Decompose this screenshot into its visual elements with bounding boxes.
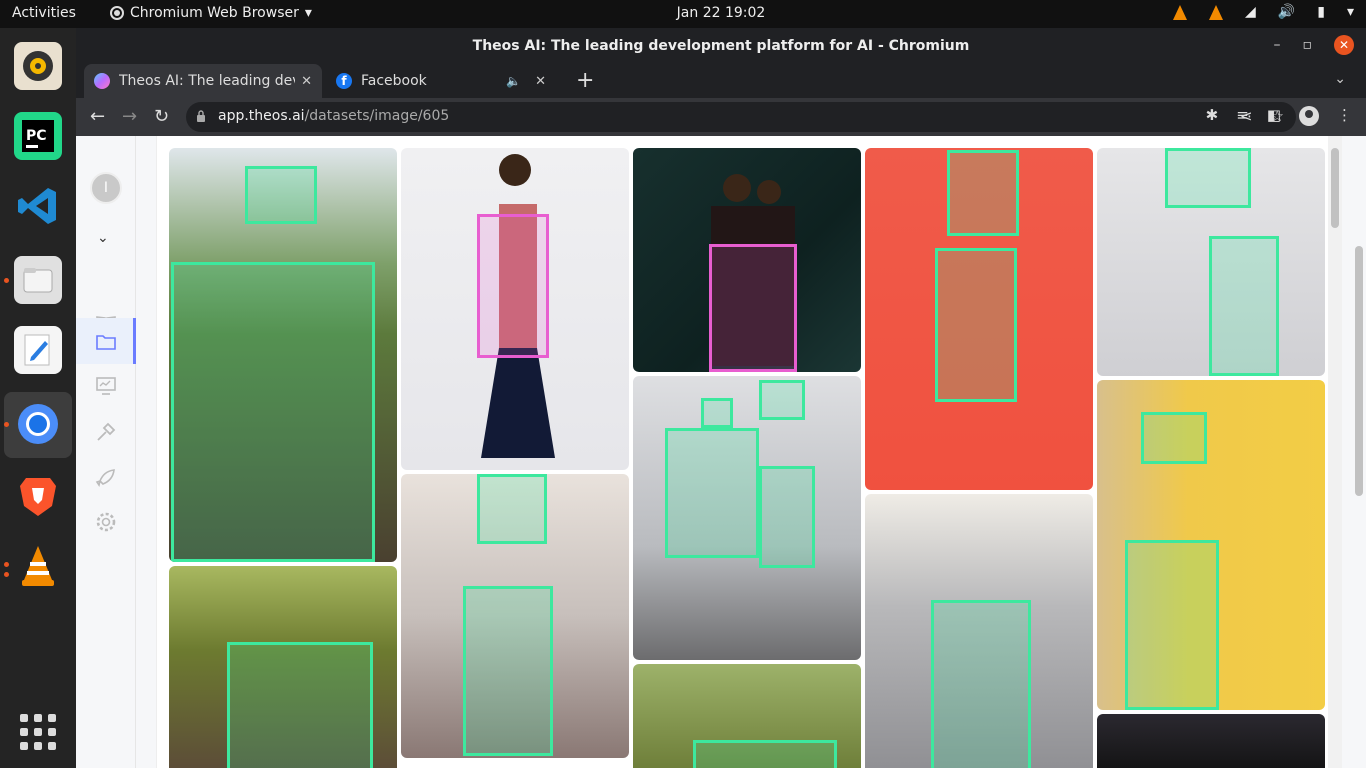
annotation-box[interactable] [1209, 236, 1279, 376]
monitor-chart-icon[interactable] [94, 374, 118, 398]
tab-search-chevron-icon[interactable]: ⌄ [1334, 71, 1346, 87]
show-applications-icon[interactable] [20, 714, 56, 750]
dataset-image-gallery [156, 136, 1342, 768]
annotation-box[interactable] [701, 398, 733, 428]
dataset-image[interactable] [633, 664, 861, 768]
annotation-box[interactable] [227, 642, 373, 768]
running-indicator [4, 278, 9, 283]
page-content: I ⌄ [76, 136, 1366, 768]
vlc-tray-icon[interactable] [1173, 4, 1188, 20]
reload-button[interactable]: ↻ [154, 106, 169, 127]
dataset-image[interactable] [169, 566, 397, 768]
running-indicator [4, 422, 9, 427]
annotation-box[interactable] [171, 262, 375, 562]
side-panel-icon[interactable]: ◧ [1267, 106, 1281, 126]
tab-label: Facebook [361, 73, 427, 89]
forward-button[interactable]: → [122, 106, 137, 127]
maximize-button[interactable]: ▫ [1303, 37, 1313, 53]
network-icon: ◢ [1245, 4, 1256, 20]
settings-gear-icon[interactable] [94, 510, 118, 534]
rocket-icon[interactable] [94, 466, 118, 490]
gallery-scrollbar[interactable] [1328, 136, 1342, 768]
vlc-dock-icon[interactable] [14, 542, 62, 590]
annotation-box[interactable] [477, 214, 549, 358]
window-titlebar[interactable]: Theos AI: The leading development platfo… [76, 28, 1366, 64]
annotation-box[interactable] [947, 150, 1019, 236]
folder-icon[interactable] [94, 330, 118, 354]
window-title: Theos AI: The leading development platfo… [472, 38, 970, 54]
page-scrollbar[interactable] [1352, 136, 1366, 768]
annotation-box[interactable] [1165, 148, 1251, 208]
chromium-dock-icon[interactable] [14, 400, 62, 448]
address-bar[interactable]: app.theos.ai/datasets/image/605 ⋖ ☆ [186, 102, 1296, 132]
annotation-box[interactable] [665, 428, 759, 558]
workspace-chevron-down-icon[interactable]: ⌄ [97, 230, 109, 246]
annotation-box[interactable] [463, 586, 553, 756]
new-tab-button[interactable]: + [576, 68, 594, 93]
kebab-menu-icon[interactable]: ⋮ [1337, 106, 1352, 126]
tab-theos[interactable]: Theos AI: The leading development platfo… [84, 64, 322, 98]
tab-label: Theos AI: The leading development platfo… [119, 73, 295, 89]
svg-text:PC: PC [26, 128, 47, 144]
pycharm-icon[interactable]: PC [14, 112, 62, 160]
tools-icon[interactable] [94, 420, 118, 444]
dataset-image[interactable] [865, 148, 1093, 490]
annotation-box[interactable] [245, 166, 317, 224]
volume-icon: 🔊 [1277, 4, 1296, 20]
minimize-button[interactable]: – [1274, 37, 1281, 53]
vscode-icon[interactable] [14, 182, 62, 230]
url-text: app.theos.ai/datasets/image/605 [218, 108, 450, 124]
files-icon[interactable] [14, 256, 62, 304]
system-tray[interactable]: ◢ 🔊 ▮ ▾ [1173, 4, 1354, 20]
annotation-box[interactable] [759, 380, 805, 420]
annotation-box[interactable] [693, 740, 837, 768]
annotation-box[interactable] [935, 248, 1017, 402]
dataset-image[interactable] [401, 474, 629, 758]
browser-toolbar: ← → ↻ app.theos.ai/datasets/image/605 ⋖ … [76, 98, 1366, 136]
profile-avatar-icon[interactable] [1299, 106, 1319, 126]
dataset-image[interactable] [633, 376, 861, 660]
clock[interactable]: Jan 22 19:02 [0, 5, 1366, 21]
rhythmbox-icon[interactable] [14, 42, 62, 90]
media-queue-icon[interactable]: ≡ [1236, 106, 1249, 126]
browser-window: Theos AI: The leading development platfo… [76, 28, 1366, 768]
close-tab-icon[interactable]: ✕ [301, 74, 312, 89]
running-indicator [4, 562, 9, 567]
dataset-image[interactable] [401, 148, 629, 470]
dataset-image[interactable] [169, 148, 397, 562]
annotation-box[interactable] [1125, 540, 1219, 710]
tab-facebook[interactable]: f Facebook 🔈 ✕ [326, 64, 556, 98]
dataset-image[interactable] [1097, 380, 1325, 710]
back-button[interactable]: ← [90, 106, 105, 127]
annotation-box[interactable] [709, 244, 797, 372]
dataset-image[interactable] [1097, 714, 1325, 768]
workspace-avatar[interactable]: I [90, 172, 122, 204]
brave-icon[interactable] [14, 472, 62, 520]
audio-playing-icon[interactable]: 🔈 [506, 74, 521, 88]
app-sidebar: I ⌄ [76, 136, 136, 768]
dataset-image[interactable] [1097, 148, 1325, 376]
dataset-image[interactable] [865, 494, 1093, 768]
annotation-box[interactable] [759, 466, 815, 568]
running-indicator [4, 572, 9, 577]
annotation-box[interactable] [931, 600, 1031, 768]
theos-favicon-icon [94, 73, 110, 89]
lock-icon[interactable] [196, 110, 206, 122]
extensions-puzzle-icon[interactable]: ✱ [1206, 106, 1219, 126]
tab-strip: Theos AI: The leading development platfo… [76, 64, 1366, 98]
vlc-tray-icon-2[interactable] [1209, 4, 1224, 20]
system-top-bar: Activities Chromium Web Browser ▾ Jan 22… [0, 0, 1366, 28]
power-menu-icon: ▾ [1346, 4, 1354, 20]
text-editor-icon[interactable] [14, 326, 62, 374]
facebook-favicon-icon: f [336, 73, 352, 89]
close-tab-icon[interactable]: ✕ [535, 74, 546, 89]
annotation-box[interactable] [1141, 412, 1207, 464]
dock: PC [0, 28, 76, 768]
battery-icon: ▮ [1317, 4, 1325, 20]
close-window-button[interactable]: ✕ [1334, 35, 1354, 55]
dataset-image[interactable] [633, 148, 861, 372]
annotation-box[interactable] [477, 474, 547, 544]
